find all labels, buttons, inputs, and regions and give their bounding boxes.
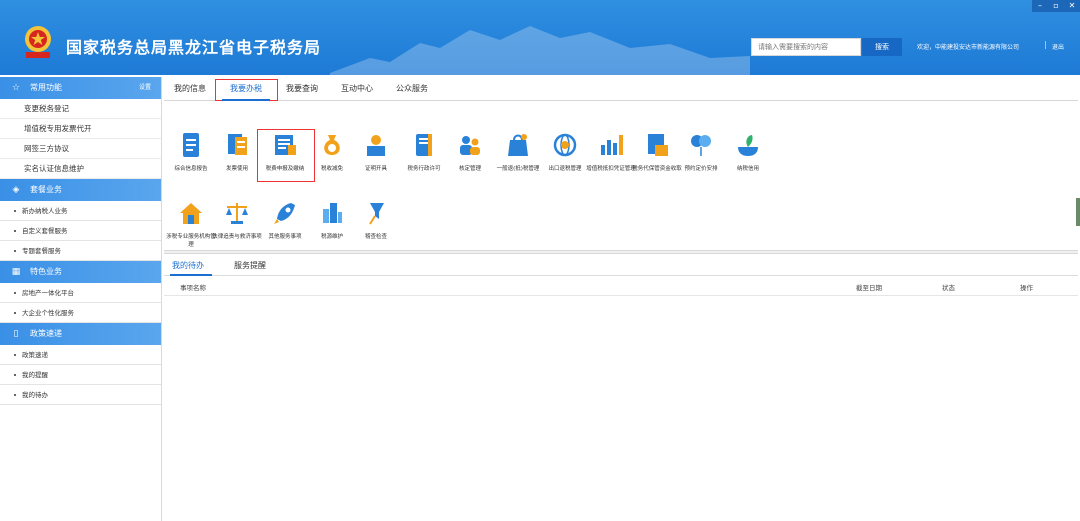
tab-my-todos[interactable]: 我的待办 (172, 260, 204, 271)
tab-public-service[interactable]: 公众服务 (396, 83, 428, 94)
logout-link[interactable]: 退出 (1052, 42, 1064, 51)
layers-icon: ◈ (12, 185, 20, 195)
tab-service-reminders[interactable]: 服务提醒 (234, 260, 266, 271)
section-package-business[interactable]: ◈ 套餐业务 (0, 179, 161, 201)
custody-icon (648, 134, 668, 156)
service-tax-credit[interactable]: 纳税信用 (721, 131, 775, 173)
service-grid: 综合信息报告 发票使用 税费申报及缴纳 税收减免 证明开具 税务行政许可 核定管… (164, 101, 1078, 251)
scrollbar-thumb[interactable] (1076, 198, 1080, 226)
service-label: 其他服务事项 (268, 234, 302, 240)
sidebar-item-custom-package[interactable]: 自定义套餐服务 (0, 221, 161, 241)
sidebar-item-topic-package[interactable]: 专题套餐服务 (0, 241, 161, 261)
pin-icon (369, 203, 384, 225)
tab-my-info[interactable]: 我的信息 (174, 83, 206, 94)
sidebar-item-todos[interactable]: 我的待办 (0, 385, 161, 405)
column-header-deadline: 截至日期 (856, 284, 882, 292)
header-separator: | (1044, 40, 1047, 49)
service-pricing-arrangement[interactable]: 预约定价安排 (674, 131, 728, 173)
minimize-button[interactable]: – (1032, 0, 1048, 12)
plant-icon (738, 135, 758, 156)
service-label: 法律追责与救济事项 (212, 234, 262, 240)
welcome-text: 欢迎，中能建投安达市新能源有限公司 (917, 44, 1020, 51)
money-bag-icon (324, 135, 340, 155)
service-inspection[interactable]: 稽查检查 (349, 199, 403, 241)
service-label: 纳税信用 (736, 166, 759, 172)
sidebar-item-reminders[interactable]: 我的提醒 (0, 365, 161, 385)
sidebar-item-real-estate[interactable]: 房地产一体化平台 (0, 283, 161, 303)
service-certificate[interactable]: 证明开具 (349, 131, 403, 173)
sidebar: ☆ 常用功能 设置 变更税务登记 增值税专用发票代开 网签三方协议 实名认证信息… (0, 77, 162, 521)
tax-emblem-icon (25, 26, 51, 58)
section-title: 政策速递 (30, 329, 62, 338)
section-title: 特色业务 (30, 267, 62, 276)
sidebar-item-realname-auth[interactable]: 实名认证信息维护 (0, 159, 161, 179)
grid-icon: ▦ (11, 267, 21, 277)
highlight-box (257, 129, 315, 182)
service-other-matters[interactable]: 其他服务事项 (258, 199, 312, 241)
people-icon (460, 136, 480, 155)
tab-interaction[interactable]: 互动中心 (341, 83, 373, 94)
notebook-icon (416, 134, 432, 156)
column-header-status: 状态 (942, 284, 955, 292)
report-doc-icon (183, 133, 199, 157)
todo-tabs: 我的待办 服务提醒 (164, 254, 1078, 276)
section-common-functions[interactable]: ☆ 常用功能 设置 (0, 77, 161, 99)
window-controls: – ▫ ✕ (1032, 0, 1080, 12)
section-policy-express[interactable]: ▯ 政策速递 (0, 323, 161, 345)
sidebar-item-change-registration[interactable]: 变更税务登记 (0, 99, 161, 119)
sidebar-item-new-taxpayer[interactable]: 新办纳税人业务 (0, 201, 161, 221)
scale-icon (226, 203, 248, 224)
app-header: – ▫ ✕ 国家税务总局黑龙江省电子税务局 搜索 欢迎，中能建投安达市新能源有限… (0, 0, 1080, 75)
section-title: 常用功能 (30, 83, 62, 92)
section-special-business[interactable]: ▦ 特色业务 (0, 261, 161, 283)
service-label: 发票使用 (225, 166, 248, 172)
house-icon (180, 203, 202, 224)
rocket-icon (274, 203, 295, 224)
globe-icon (553, 133, 577, 157)
sidebar-item-large-enterprise[interactable]: 大企业个性化服务 (0, 303, 161, 323)
todo-table-header: 事项名称 截至日期 状态 操作 (164, 276, 1078, 296)
tab-query[interactable]: 我要查询 (286, 83, 318, 94)
refund-bag-icon (508, 134, 528, 156)
sidebar-item-tripartite-agreement[interactable]: 网签三方协议 (0, 139, 161, 159)
restore-button[interactable]: ▫ (1048, 0, 1064, 12)
service-label: 核定管理 (458, 166, 481, 172)
great-wall-decoration (330, 26, 750, 75)
highlight-box (215, 79, 278, 101)
service-legal-remedy[interactable]: 法律追责与救济事项 (210, 199, 264, 241)
service-label: 一般退(抵)税管理 (496, 166, 540, 172)
close-button[interactable]: ✕ (1064, 0, 1080, 12)
service-invoice-use[interactable]: 发票使用 (210, 131, 264, 173)
search-button[interactable]: 搜索 (862, 38, 902, 56)
section-title: 套餐业务 (30, 185, 62, 194)
building-icon (323, 203, 342, 223)
service-assessment[interactable]: 核定管理 (443, 131, 497, 173)
service-label: 预约定价安排 (684, 166, 718, 172)
column-header-name: 事项名称 (180, 284, 206, 292)
bar-chart-icon (601, 135, 623, 155)
certificate-icon (367, 135, 385, 156)
service-label: 稽查检查 (364, 234, 387, 240)
invoice-icon (228, 134, 247, 155)
search-input[interactable] (751, 38, 861, 56)
top-tabs: 我的信息 我要办税 我要查询 互动中心 公众服务 (164, 77, 1078, 101)
settings-link[interactable]: 设置 (139, 77, 151, 99)
column-header-action: 操作 (1020, 284, 1033, 292)
balloon-icon (691, 135, 711, 156)
sidebar-item-policy[interactable]: 政策速递 (0, 345, 161, 365)
main-panel: 我的信息 我要办税 我要查询 互动中心 公众服务 综合信息报告 发票使用 税费申… (164, 77, 1078, 296)
site-title: 国家税务总局黑龙江省电子税务局 (66, 38, 322, 57)
sidebar-item-vat-invoice[interactable]: 增值税专用发票代开 (0, 119, 161, 139)
service-label: 证明开具 (364, 166, 387, 172)
star-icon: ☆ (11, 83, 21, 93)
book-icon: ▯ (13, 329, 19, 339)
service-refund[interactable]: 一般退(抵)税管理 (491, 131, 545, 173)
